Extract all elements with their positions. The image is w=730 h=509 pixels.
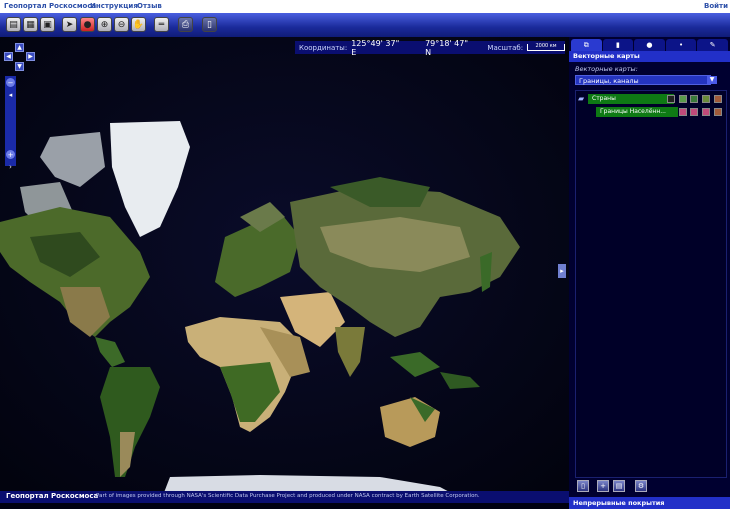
layers-panel: ⧉ ▮ ● • ✎ Векторные карты Векторные карт… [569,37,730,509]
add-layer-icon[interactable]: ▯ [577,480,589,492]
footer-credit: Part of images provided through NASA's S… [96,493,480,499]
pan-down-icon[interactable]: ▼ [15,62,24,71]
pan-right-icon[interactable]: ▶ [26,52,35,61]
stop-icon[interactable]: ● [80,17,95,32]
settings-icon[interactable]: ⚙ [635,480,647,492]
panel-footer-toolbar: ▯ + ▤ ⚙ [575,480,725,494]
pan-up-icon[interactable]: ▲ [15,43,24,52]
zoom-out-icon[interactable]: ⊖ [114,17,129,32]
layer-name: Страны [592,95,616,102]
zoom-handle-icon[interactable]: ◂ [6,90,15,99]
top-bar: Геопортал Роскосмоса Инструкция Отзыв Во… [0,0,730,14]
map-select[interactable]: Границы, каналы ▼ [575,75,717,85]
layers-icon[interactable]: ▤ [6,17,21,32]
link-instructions[interactable]: Инструкция [90,2,138,10]
link-feedback[interactable]: Отзыв [137,2,162,10]
panel-header: Векторные карты [569,51,730,62]
zoom-step-icon[interactable]: › [6,162,15,171]
zoom-in-slider-icon[interactable]: + [6,150,15,159]
toolbar: ▤ ▦ ▣ ➤ ● ⊕ ⊖ ✋ ═ ⎙ ▯ [0,13,730,37]
login-link[interactable]: Войти [704,2,728,10]
style-icon[interactable] [690,108,698,116]
footer-brand: Геопортал Роскосмоса [6,492,99,500]
dot-tab-icon[interactable]: • [665,39,697,51]
chevron-down-icon[interactable]: ▼ [707,76,717,84]
ruler-icon[interactable]: ═ [154,17,169,32]
layer-row-countries[interactable]: Страны [588,94,674,104]
panel-label: Векторные карты: [575,65,638,73]
remove-icon[interactable] [714,108,722,116]
pan-control: ▲ ◀ ▶ ▼ [4,43,36,71]
map-footer: Геопортал Роскосмоса Part of images prov… [0,491,569,503]
visible-icon[interactable] [679,95,687,103]
coords-label: Координаты: [299,43,348,52]
scale-label: Масштаб: [487,43,524,52]
pointer-icon[interactable]: ➤ [62,17,77,32]
style-icon[interactable] [690,95,698,103]
image-icon[interactable]: ▦ [23,17,38,32]
map-select-value: Границы, каналы [579,77,639,85]
link-geoportal[interactable]: Геопортал Роскосмоса [4,2,96,10]
info-icon[interactable]: ▯ [202,17,217,32]
circle-tab-icon[interactable]: ● [634,39,665,51]
coordinates-bar: Координаты: 125°49' 37" E 79°18' 47" N М… [295,38,565,57]
print-icon[interactable]: ⎙ [178,17,193,32]
layer-name: Границы Населённ... [600,108,666,115]
panel-bottom-header[interactable]: Непрерывные покрытия [569,497,730,509]
tools-tab-icon[interactable]: ✎ [697,39,728,51]
zoom-out-slider-icon[interactable]: − [6,78,15,87]
add-folder-icon[interactable]: + [597,480,609,492]
pan-icon[interactable]: ✋ [131,17,146,32]
collapse-panel-icon[interactable]: ▸ [558,264,566,278]
folder-icon[interactable]: ▰ [578,94,584,103]
save-icon[interactable]: ▤ [613,480,625,492]
longitude-value: 125°49' 37" E [351,38,400,57]
document-tab-icon[interactable]: ▮ [602,39,634,51]
map-view[interactable] [0,37,569,503]
pan-left-icon[interactable]: ◀ [4,52,13,61]
zoom-slider[interactable]: − ◂ + › [5,76,16,171]
edit-icon[interactable] [667,95,675,103]
remove-icon[interactable] [714,95,722,103]
visible-icon[interactable] [679,108,687,116]
settings-icon[interactable] [702,108,710,116]
layers-tab-icon[interactable]: ⧉ [571,39,602,51]
latitude-value: 79°18' 47" N [425,38,469,57]
photo-icon[interactable]: ▣ [40,17,55,32]
scale-bar: 2000 км [527,44,565,51]
panel-tabs: ⧉ ▮ ● • ✎ [571,39,728,51]
zoom-in-icon[interactable]: ⊕ [97,17,112,32]
layer-row-borders[interactable]: Границы Населённ... [596,107,678,117]
world-map-image [0,37,569,503]
layer-list: ▰ Страны Границы Населённ... [575,90,727,478]
settings-icon[interactable] [702,95,710,103]
